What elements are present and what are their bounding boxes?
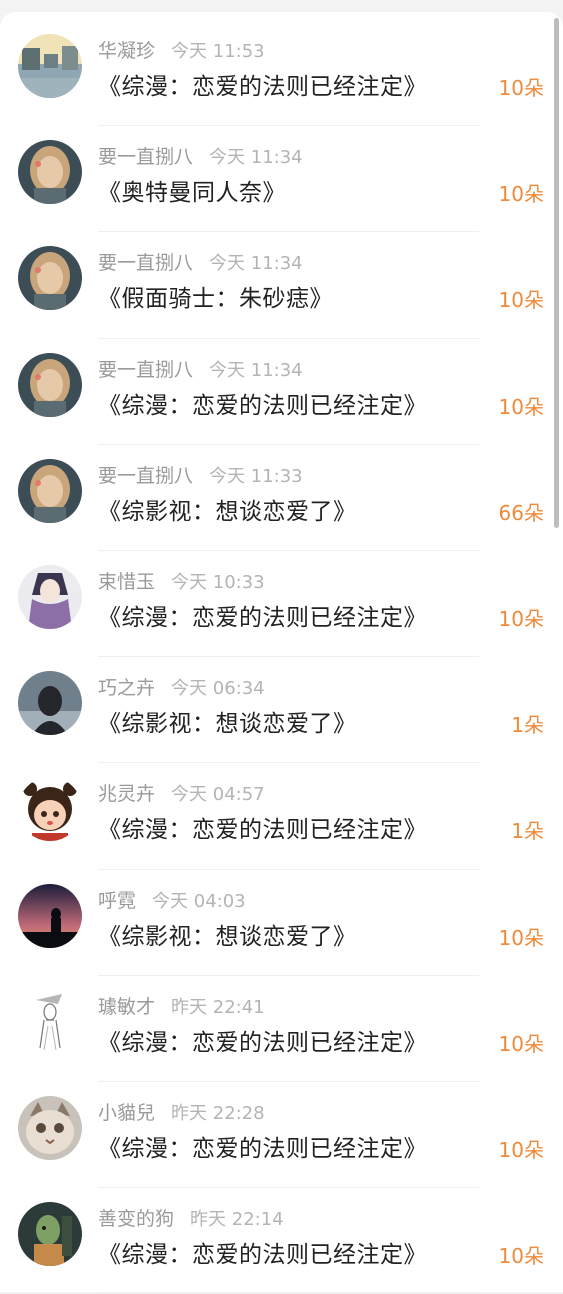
cartoon-girl-avatar-icon[interactable] (18, 777, 82, 842)
flower-amount: 10朵 (498, 288, 544, 313)
book-title[interactable]: 《假面骑士：朱砂痣》 (98, 279, 333, 313)
item-meta: 巧之卉 今天 06:34 (98, 673, 265, 700)
book-title[interactable]: 《综影视：想谈恋爱了》 (98, 917, 357, 951)
item-meta: 束惜玉 今天 10:33 (98, 567, 265, 594)
timestamp: 今天 11:34 (209, 147, 303, 169)
list-item[interactable]: 要一直捌八 今天 11:33 《综影视：想谈恋爱了》 66朵 (0, 445, 563, 551)
flower-amount: 10朵 (498, 1031, 544, 1056)
user-name[interactable]: 要一直捌八 (98, 146, 193, 168)
user-name[interactable]: 束惜玉 (98, 571, 155, 593)
list-item[interactable]: 要一直捌八 今天 11:34 《综漫：恋爱的法则已经注定》 10朵 (0, 339, 563, 445)
timestamp: 今天 11:34 (209, 253, 303, 275)
game-character-avatar-icon[interactable] (18, 1202, 82, 1267)
sketch-figure-avatar-icon[interactable] (18, 989, 82, 1054)
timestamp: 今天 06:34 (171, 678, 265, 700)
item-meta: 要一直捌八 今天 11:34 (98, 248, 303, 275)
flower-amount: 10朵 (498, 182, 544, 207)
book-title[interactable]: 《综漫：恋爱的法则已经注定》 (98, 67, 427, 101)
sunset-silhouette-avatar-icon[interactable] (18, 883, 82, 948)
flower-amount: 10朵 (498, 606, 544, 631)
flower-amount: 1朵 (511, 713, 544, 738)
book-title[interactable]: 《综漫：恋爱的法则已经注定》 (98, 1023, 427, 1057)
town-canal-avatar-icon[interactable] (18, 34, 82, 98)
anime-girl-avatar-icon[interactable] (18, 352, 82, 417)
gift-record-list: 华凝珍 今天 11:53 《综漫：恋爱的法则已经注定》 10朵 要一直捌八 今天 1… (0, 20, 563, 1294)
item-meta: 要一直捌八 今天 11:34 (98, 142, 303, 169)
flower-amount: 66朵 (498, 500, 544, 525)
book-title[interactable]: 《综影视：想谈恋爱了》 (98, 704, 357, 738)
book-title[interactable]: 《综漫：恋爱的法则已经注定》 (98, 386, 427, 420)
book-title[interactable]: 《综漫：恋爱的法则已经注定》 (98, 810, 427, 844)
timestamp: 今天 10:33 (171, 571, 265, 593)
timestamp: 昨天 22:14 (190, 1209, 284, 1231)
flower-amount: 10朵 (498, 394, 544, 419)
user-name[interactable]: 呼霓 (98, 890, 136, 912)
user-name[interactable]: 小貓兒 (98, 1102, 155, 1124)
timestamp: 今天 11:53 (171, 41, 265, 62)
book-title[interactable]: 《综漫：恋爱的法则已经注定》 (98, 598, 427, 632)
item-meta: 要一直捌八 今天 11:34 (98, 355, 303, 382)
item-meta: 华凝珍 今天 11:53 (98, 36, 265, 63)
list-item[interactable]: 兆灵卉 今天 04:57 《综漫：恋爱的法则已经注定》 1朵 (0, 763, 563, 870)
purple-scarf-avatar-icon[interactable] (18, 564, 82, 629)
book-title[interactable]: 《综漫：恋爱的法则已经注定》 (98, 1129, 427, 1163)
timestamp: 今天 04:57 (171, 784, 265, 806)
list-item[interactable]: 善变的狗 昨天 22:14 《综漫：恋爱的法则已经注定》 10朵 (0, 1188, 563, 1294)
list-item[interactable]: 巧之卉 今天 06:34 《综影视：想谈恋爱了》 1朵 (0, 657, 563, 764)
user-name[interactable]: 巧之卉 (98, 677, 155, 699)
item-meta: 要一直捌八 今天 11:33 (98, 461, 303, 488)
flower-amount: 10朵 (498, 76, 544, 100)
timestamp: 今天 11:34 (209, 359, 303, 381)
flower-amount: 10朵 (498, 1244, 544, 1269)
list-item[interactable]: 束惜玉 今天 10:33 《综漫：恋爱的法则已经注定》 10朵 (0, 551, 563, 658)
user-name[interactable]: 善变的狗 (98, 1208, 174, 1230)
book-title[interactable]: 《综影视：想谈恋爱了》 (98, 492, 357, 526)
list-item[interactable]: 小貓兒 昨天 22:28 《综漫：恋爱的法则已经注定》 10朵 (0, 1082, 563, 1189)
list-item[interactable]: 要一直捌八 今天 11:34 《假面骑士：朱砂痣》 10朵 (0, 232, 563, 339)
user-name[interactable]: 要一直捌八 (98, 465, 193, 487)
list-item[interactable]: 要一直捌八 今天 11:34 《奥特曼同人奈》 10朵 (0, 126, 563, 233)
timestamp: 今天 04:03 (152, 890, 246, 912)
book-title[interactable]: 《综漫：恋爱的法则已经注定》 (98, 1235, 427, 1269)
timestamp: 昨天 22:28 (171, 1102, 265, 1124)
user-name[interactable]: 要一直捌八 (98, 252, 193, 274)
item-meta: 小貓兒 昨天 22:28 (98, 1098, 265, 1125)
list-item[interactable]: 呼霓 今天 04:03 《综影视：想谈恋爱了》 10朵 (0, 870, 563, 976)
flower-amount: 10朵 (498, 1137, 544, 1162)
item-meta: 呼霓 今天 04:03 (98, 886, 246, 913)
flower-amount: 10朵 (498, 925, 544, 950)
item-meta: 善变的狗 昨天 22:14 (98, 1204, 284, 1231)
user-name[interactable]: 要一直捌八 (98, 359, 193, 381)
list-item[interactable]: 华凝珍 今天 11:53 《综漫：恋爱的法则已经注定》 10朵 (0, 20, 563, 127)
flower-amount: 1朵 (511, 819, 544, 844)
list-item[interactable]: 璩敏才 昨天 22:41 《综漫：恋爱的法则已经注定》 10朵 (0, 976, 563, 1082)
user-name[interactable]: 华凝珍 (98, 40, 155, 62)
anime-girl-avatar-icon[interactable] (18, 246, 82, 311)
item-meta: 璩敏才 昨天 22:41 (98, 992, 265, 1019)
user-name[interactable]: 兆灵卉 (98, 783, 155, 805)
book-title[interactable]: 《奥特曼同人奈》 (98, 173, 286, 207)
timestamp: 今天 11:33 (209, 465, 303, 487)
anime-girl-avatar-icon[interactable] (18, 140, 82, 205)
timestamp: 昨天 22:41 (171, 996, 265, 1018)
dark-girl-avatar-icon[interactable] (18, 671, 82, 736)
anime-girl-avatar-icon[interactable] (18, 458, 82, 523)
user-name[interactable]: 璩敏才 (98, 996, 155, 1018)
item-meta: 兆灵卉 今天 04:57 (98, 779, 265, 806)
cat-avatar-icon[interactable] (18, 1095, 82, 1160)
